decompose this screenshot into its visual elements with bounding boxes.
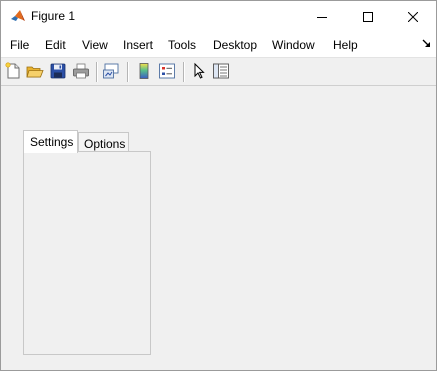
dock-figure-icon[interactable] [422,39,432,49]
matlab-logo-icon [10,8,26,24]
menu-window[interactable]: Window [272,38,315,52]
link-plot-icon[interactable] [102,62,120,80]
menu-view[interactable]: View [82,38,108,52]
window-title: Figure 1 [31,9,76,23]
save-icon[interactable] [49,62,67,80]
tab-options-label: Options [84,137,126,151]
new-figure-icon[interactable] [4,62,22,80]
maximize-icon [363,11,373,22]
toolbar-separator [127,62,129,82]
tab-panel [23,151,151,355]
menu-desktop[interactable]: Desktop [213,38,257,52]
minimize-button[interactable] [299,1,345,32]
menu-bar: File Edit View Insert Tools Desktop Wind… [1,34,436,56]
figure-window: Figure 1 File Edit View Insert Tools Des… [0,0,437,371]
menu-insert[interactable]: Insert [123,38,153,52]
menu-help[interactable]: Help [333,38,358,52]
legend-icon[interactable] [158,62,176,80]
property-inspector-icon[interactable] [212,62,230,80]
title-bar[interactable]: Figure 1 [1,1,436,32]
print-icon[interactable] [72,62,90,80]
close-icon [408,11,418,22]
figure-canvas: Options Settings [1,86,436,370]
maximize-button[interactable] [345,1,391,32]
toolbar-separator [96,62,98,82]
toolbar-separator [183,62,185,82]
close-button[interactable] [390,1,436,32]
figure-toolbar [1,57,436,86]
menu-file[interactable]: File [10,38,29,52]
minimize-icon [317,16,327,18]
tab-settings-label: Settings [30,135,74,149]
menu-tools[interactable]: Tools [168,38,196,52]
edit-plot-icon[interactable] [190,62,208,80]
colorbar-icon[interactable] [135,62,153,80]
tab-settings[interactable]: Settings [23,130,78,153]
open-file-icon[interactable] [26,62,44,80]
tab-options[interactable]: Options [78,132,129,152]
menu-edit[interactable]: Edit [45,38,66,52]
